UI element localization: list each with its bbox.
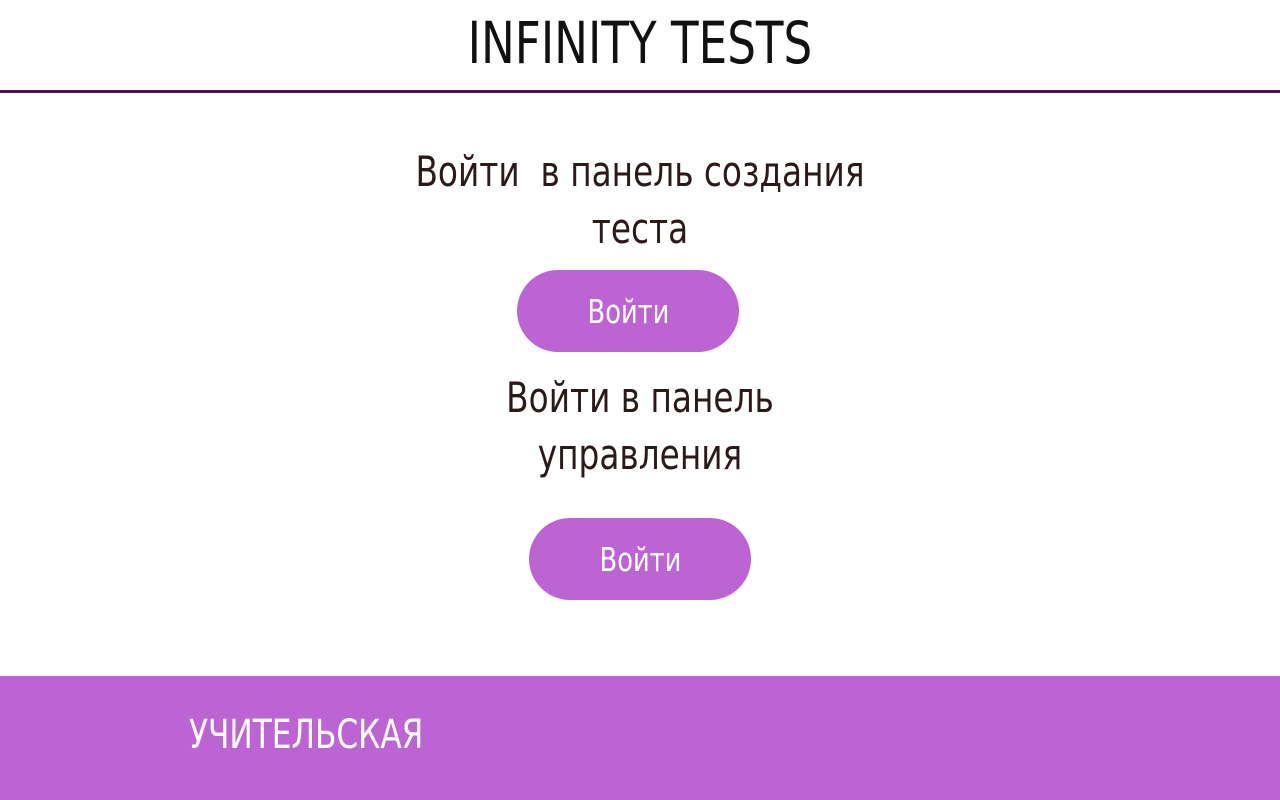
footer: УЧИТЕЛЬСКАЯ <box>0 676 1280 800</box>
create-test-section: Войти в панель создания теста <box>0 143 1280 257</box>
management-heading-line2: управления <box>537 430 743 479</box>
management-login-button-label: Войти <box>599 539 681 579</box>
create-test-login-button-label: Войти <box>587 291 669 331</box>
site-title: INFINITY TESTS <box>467 9 813 77</box>
create-test-heading-line2: теста <box>591 204 689 253</box>
page: INFINITY TESTS Войти в панель создания т… <box>0 0 1280 800</box>
footer-teachers-room-label: УЧИТЕЛЬСКАЯ <box>189 712 424 758</box>
management-section: Войти в панель управления <box>0 369 1280 483</box>
management-heading-line1: Войти в панель <box>506 373 774 422</box>
create-test-heading-line1: Войти в панель создания <box>415 147 865 196</box>
create-test-login-button[interactable]: Войти <box>517 270 739 352</box>
header: INFINITY TESTS <box>0 0 1280 93</box>
management-login-button[interactable]: Войти <box>529 518 751 600</box>
